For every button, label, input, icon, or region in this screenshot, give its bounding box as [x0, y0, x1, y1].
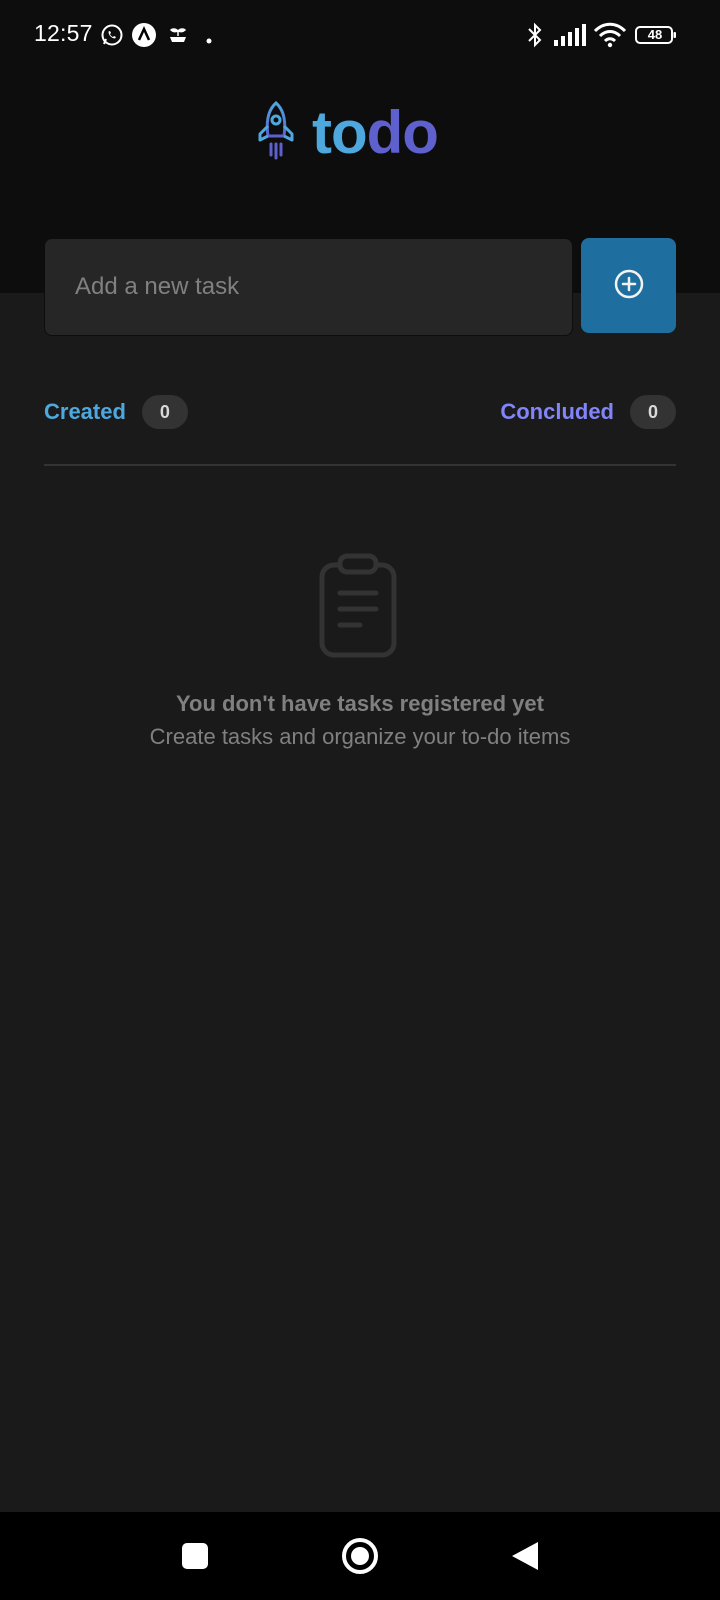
add-task-button[interactable] — [581, 238, 676, 333]
signal-icon — [553, 22, 587, 48]
logo-text-to: to — [312, 98, 368, 166]
plus-circle-icon — [613, 268, 645, 303]
battery-level: 48 — [647, 27, 663, 42]
concluded-counter: Concluded 0 — [500, 395, 676, 429]
divider — [44, 464, 676, 466]
concluded-count-badge: 0 — [630, 395, 676, 429]
recents-icon[interactable] — [175, 1536, 215, 1576]
bluetooth-icon — [526, 22, 544, 48]
wifi-icon — [593, 22, 627, 48]
a-app-icon — [131, 22, 157, 48]
plant-icon — [166, 22, 190, 48]
task-counters: Created 0 Concluded 0 — [44, 393, 676, 431]
status-bar: 12:57 48 — [0, 0, 720, 72]
system-nav-bar — [0, 1512, 720, 1600]
empty-state-subtitle: Create tasks and organize your to-do ite… — [149, 724, 571, 749]
created-count-badge: 0 — [141, 395, 188, 429]
concluded-label: Concluded — [500, 399, 614, 424]
clipboard-icon — [318, 553, 398, 658]
back-icon[interactable] — [505, 1536, 545, 1576]
status-time: 12:57 — [34, 20, 93, 46]
created-label: Created — [44, 399, 126, 424]
dot-icon — [206, 31, 212, 57]
rocket-icon — [256, 100, 296, 165]
todo-app-screen: 12:57 48 todo Add a new task Created 0 C… — [0, 0, 720, 1600]
whatsapp-icon — [100, 22, 124, 48]
created-counter: Created 0 — [44, 395, 188, 429]
empty-state-title: You don't have tasks registered yet — [176, 691, 544, 716]
logo-text: todo — [312, 98, 439, 167]
battery-icon: 48 — [635, 26, 677, 44]
new-task-input[interactable] — [44, 238, 573, 336]
home-icon[interactable] — [340, 1536, 380, 1576]
logo-text-do: do — [366, 98, 439, 166]
app-logo: todo — [256, 98, 439, 167]
